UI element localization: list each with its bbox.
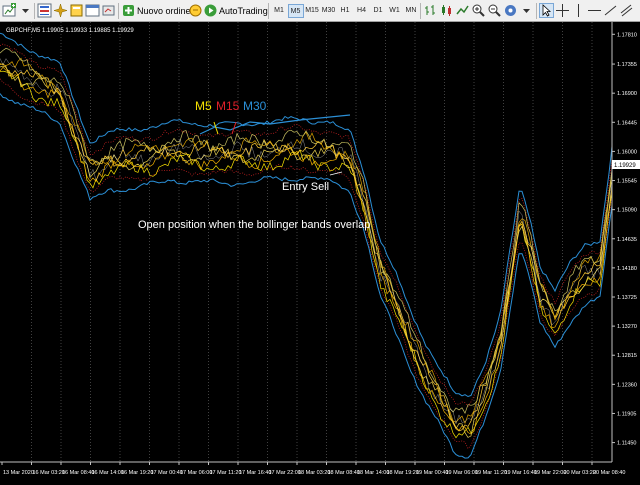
time-tick-label: 19 Mar 00:40: [416, 470, 448, 476]
time-tick-label: 19 Mar 06:00: [446, 470, 478, 476]
cursor-icon[interactable]: [539, 3, 554, 18]
price-tick-label: 1.14635: [617, 237, 637, 243]
timeframe-d1-button[interactable]: D1: [370, 4, 386, 18]
time-tick-label: 17 Mar 00:40: [151, 470, 183, 476]
price-tick-label: 1.14180: [617, 266, 637, 272]
zoom-in-icon[interactable]: [471, 3, 486, 18]
crosshair-icon[interactable]: [555, 3, 570, 18]
price-tick-label: 1.17810: [617, 32, 637, 38]
main-toolbar: Nuovo ordine AutoTrading M1 M5 M15 M30 H1 H4 D…: [0, 0, 640, 22]
price-tick-label: 1.12360: [617, 382, 637, 388]
timeframe-mn-button[interactable]: MN: [403, 4, 419, 18]
indicators-icon[interactable]: [503, 3, 518, 18]
time-tick-label: 19 Mar 22:00: [534, 470, 566, 476]
timeframe-w1-button[interactable]: W1: [387, 4, 403, 18]
timeframe-m15-button[interactable]: M15: [304, 4, 320, 18]
price-tick-label: 1.17355: [617, 62, 637, 68]
entry-sell-label: Entry Sell: [282, 181, 329, 193]
legend-m30: M30: [243, 99, 267, 113]
timeframe-h1-button[interactable]: H1: [337, 4, 353, 18]
time-tick-label: 18 Mar 08:40: [328, 470, 360, 476]
time-tick-label: 20 Mar 03:20: [564, 470, 596, 476]
zoom-out-icon[interactable]: [487, 3, 502, 18]
bar-chart-icon[interactable]: [423, 3, 438, 18]
chart-header: GBPCHF,M5 1.19905 1.19933 1.19885 1.1992…: [6, 28, 134, 34]
time-tick-label: 19 Mar 16:40: [505, 470, 537, 476]
time-tick-label: 16 Mar 14:00: [92, 470, 124, 476]
line-chart-icon[interactable]: [455, 3, 470, 18]
price-tick-label: 1.16900: [617, 91, 637, 97]
data-window-icon[interactable]: [53, 3, 68, 18]
time-tick-label: 18 Mar 14:00: [357, 470, 389, 476]
horizontal-line-icon[interactable]: [587, 3, 602, 18]
price-tick-label: 1.12815: [617, 353, 637, 359]
strategy-tester-icon[interactable]: [101, 3, 116, 18]
market-watch-icon[interactable]: [37, 3, 52, 18]
legend-m15: M15: [216, 99, 240, 113]
new-chart-icon[interactable]: [2, 3, 17, 18]
time-tick-label: 16 Mar 08:40: [62, 470, 94, 476]
mt4-window: Nuovo ordine AutoTrading M1 M5 M15 M30 H1 H4 D…: [0, 0, 640, 480]
price-tick-label: 1.13725: [617, 295, 637, 301]
price-tick-label: 1.15090: [617, 208, 637, 214]
toolbar-separator: [268, 3, 269, 19]
terminal-icon[interactable]: [85, 3, 100, 18]
timeframe-h4-button[interactable]: H4: [354, 4, 370, 18]
chart-canvas: 1.17810 1.17355 1.16900 1.16445 1.16000 1.155…: [0, 22, 640, 480]
vertical-line-icon[interactable]: [571, 3, 586, 18]
price-tick-label: 1.13270: [617, 324, 637, 330]
price-tick-label: 1.11450: [617, 441, 636, 447]
price-tick-label: 1.11905: [617, 411, 636, 417]
trendline-icon[interactable]: [603, 3, 618, 18]
price-tick-label: 1.15545: [617, 179, 637, 185]
time-tick-label: 17 Mar 22:00: [269, 470, 301, 476]
channel-icon[interactable]: [619, 3, 634, 18]
timeframe-m5-button[interactable]: M5: [287, 4, 304, 18]
time-tick-label: 16 Mar 03:20: [33, 470, 65, 476]
timeframe-m30-button[interactable]: M30: [321, 4, 337, 18]
new-order-icon[interactable]: [121, 3, 136, 18]
new-order-button[interactable]: Nuovo ordine: [137, 4, 191, 18]
price-tick-label: 1.16000: [617, 149, 637, 155]
time-tick-label: 17 Mar 16:40: [239, 470, 271, 476]
toolbar-separator: [34, 3, 35, 19]
legend-m5: M5: [195, 99, 212, 113]
dropdown-arrow-icon[interactable]: [18, 3, 33, 18]
dropdown-arrow-icon[interactable]: [519, 3, 534, 18]
autotrading-icon[interactable]: [203, 3, 218, 18]
navigator-icon[interactable]: [69, 3, 84, 18]
strategy-note: Open position when the bollinger bands o…: [138, 219, 370, 231]
toolbar-separator: [118, 3, 119, 19]
time-tick-label: 13 Mar 2020: [3, 470, 34, 476]
time-tick-label: 19 Mar 11:20: [475, 470, 507, 476]
time-tick-label: 16 Mar 19:20: [121, 470, 153, 476]
time-tick-label: 20 Mar 08:40: [593, 470, 625, 476]
time-tick-label: 17 Mar 11:20: [210, 470, 242, 476]
current-price-label: 1.19929: [614, 163, 636, 169]
candlestick-icon[interactable]: [439, 3, 454, 18]
time-tick-label: 18 Mar 19:20: [387, 470, 419, 476]
price-chart[interactable]: 1.17810 1.17355 1.16900 1.16445 1.16000 1.155…: [0, 22, 640, 480]
metaeditor-icon[interactable]: [188, 3, 203, 18]
time-tick-label: 18 Mar 03:20: [298, 470, 330, 476]
price-tick-label: 1.16445: [617, 120, 637, 126]
toolbar-separator: [536, 3, 537, 19]
autotrading-button[interactable]: AutoTrading: [219, 4, 268, 18]
toolbar-separator: [420, 3, 421, 19]
time-tick-label: 17 Mar 06:00: [180, 470, 212, 476]
timeframe-m1-button[interactable]: M1: [271, 4, 287, 18]
